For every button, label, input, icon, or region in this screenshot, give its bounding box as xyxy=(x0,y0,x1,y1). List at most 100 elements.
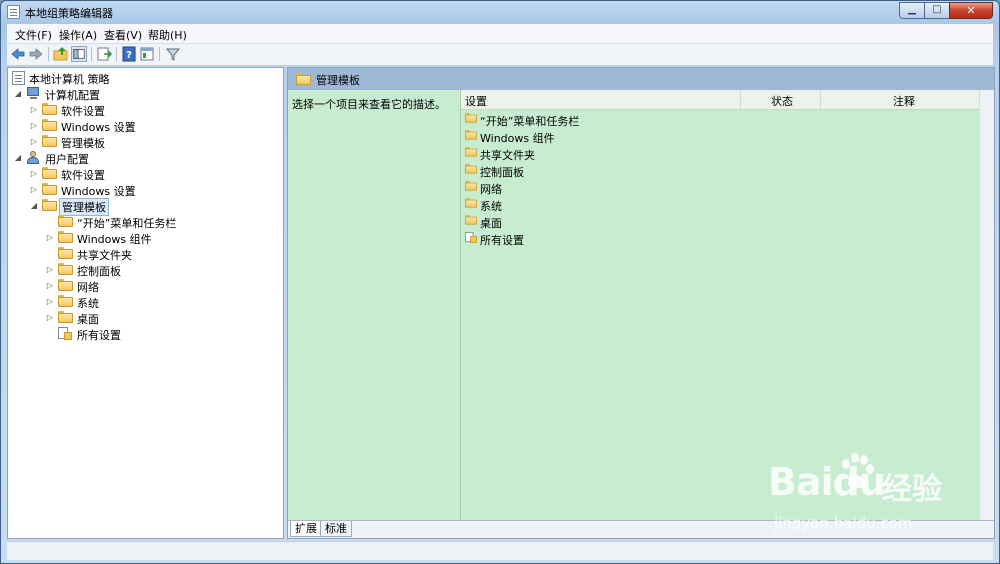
folder-icon xyxy=(58,247,73,260)
column-comment[interactable]: 注释 xyxy=(893,93,915,109)
details-pane: 管理模板 选择一个项目来查看它的描述。 设置 状态 注释 “开始”菜单和任务栏 … xyxy=(287,67,995,539)
tree-computer-software-settings[interactable]: ▷ 软件设置 xyxy=(30,102,270,118)
close-icon: ✕ xyxy=(966,4,976,17)
folder-icon xyxy=(58,231,73,244)
collapsed-arrow-icon[interactable]: ▷ xyxy=(46,298,54,306)
app-window: 本地组策略编辑器 ▁ □ ✕ 文件(F) 操作(A) 查看(V) 帮助(H) ?… xyxy=(0,0,1000,564)
description-text: 选择一个项目来查看它的描述。 xyxy=(292,98,446,111)
tree-user-windows-settings[interactable]: ▷ Windows 设置 xyxy=(30,182,270,198)
minimize-button[interactable]: ▁ xyxy=(899,2,925,19)
collapsed-arrow-icon[interactable]: ▷ xyxy=(30,138,38,146)
menu-help[interactable]: 帮助(H) xyxy=(148,27,187,43)
svg-text:?: ? xyxy=(126,50,132,61)
policy-document-icon xyxy=(12,71,27,85)
tree-start-menu-taskbar[interactable]: “开始”菜单和任务栏 xyxy=(46,214,276,230)
tree-pane: 本地计算机 策略 ◢ 计算机配置 ▷ 软件设置 ▷ Windows 设置 ▷ 管… xyxy=(7,67,284,539)
column-state[interactable]: 状态 xyxy=(771,93,793,109)
vertical-scrollbar[interactable] xyxy=(979,90,994,520)
tree-computer-config[interactable]: ◢ 计算机配置 xyxy=(14,86,264,102)
maximize-button[interactable]: □ xyxy=(924,2,950,19)
status-bar xyxy=(7,541,993,560)
all-settings-icon xyxy=(58,327,73,340)
collapsed-arrow-icon[interactable]: ▷ xyxy=(46,234,54,242)
folder-icon xyxy=(58,279,73,292)
toolbar: ? xyxy=(7,44,993,66)
expanded-arrow-icon[interactable]: ◢ xyxy=(14,90,22,98)
collapsed-arrow-icon[interactable]: ▷ xyxy=(30,170,38,178)
menu-action[interactable]: 操作(A) xyxy=(59,27,97,43)
column-divider[interactable] xyxy=(820,90,821,109)
tab-standard[interactable]: 标准 xyxy=(320,521,352,537)
folder-icon xyxy=(465,147,480,159)
close-button[interactable]: ✕ xyxy=(949,2,993,19)
collapsed-arrow-icon[interactable]: ▷ xyxy=(30,122,38,130)
title-bar[interactable]: 本地组策略编辑器 ▁ □ ✕ xyxy=(1,1,999,23)
baidu-paw-icon xyxy=(842,453,874,489)
collapsed-arrow-icon[interactable]: ▷ xyxy=(46,282,54,290)
tree-shared-folders[interactable]: 共享文件夹 xyxy=(46,246,276,262)
folder-icon xyxy=(42,119,57,132)
folder-icon xyxy=(465,130,480,142)
column-setting[interactable]: 设置 xyxy=(465,93,487,109)
computer-icon xyxy=(26,87,41,100)
folder-icon xyxy=(465,215,480,227)
forward-icon[interactable] xyxy=(28,46,44,62)
folder-icon xyxy=(58,215,73,228)
details-header-title: 管理模板 xyxy=(316,74,360,87)
column-divider[interactable] xyxy=(740,90,741,109)
menu-view[interactable]: 查看(V) xyxy=(104,27,142,43)
watermark-brand-cn: 经验 xyxy=(882,472,942,507)
tree-control-panel[interactable]: ▷ 控制面板 xyxy=(46,262,276,278)
up-folder-icon[interactable] xyxy=(53,46,69,62)
expanded-arrow-icon[interactable]: ◢ xyxy=(14,154,22,162)
menu-bar: 文件(F) 操作(A) 查看(V) 帮助(H) xyxy=(7,24,993,44)
window-controls: ▁ □ ✕ xyxy=(899,2,993,19)
tree-windows-components[interactable]: ▷ Windows 组件 xyxy=(46,230,276,246)
settings-list: 设置 状态 注释 “开始”菜单和任务栏 Windows 组件 共享文件夹 控制面… xyxy=(460,90,982,520)
folder-icon xyxy=(58,295,73,308)
properties-icon[interactable] xyxy=(139,46,155,62)
policy-editor-icon xyxy=(7,5,20,19)
tree-computer-windows-settings[interactable]: ▷ Windows 设置 xyxy=(30,118,270,134)
collapsed-arrow-icon[interactable]: ▷ xyxy=(30,106,38,114)
back-icon[interactable] xyxy=(10,46,26,62)
all-settings-icon xyxy=(465,232,479,245)
minimize-icon: ▁ xyxy=(908,4,916,15)
filter-icon[interactable] xyxy=(165,46,181,62)
tree-user-config[interactable]: ◢ 用户配置 xyxy=(14,150,264,166)
tree-system[interactable]: ▷ 系统 xyxy=(46,294,276,310)
folder-icon xyxy=(42,167,57,180)
folder-icon xyxy=(465,198,480,210)
expanded-arrow-icon[interactable]: ◢ xyxy=(30,202,38,210)
tree-computer-admin-templates[interactable]: ▷ 管理模板 xyxy=(30,134,270,150)
tree-user-software-settings[interactable]: ▷ 软件设置 xyxy=(30,166,270,182)
tree-network[interactable]: ▷ 网络 xyxy=(46,278,276,294)
tree-all-settings[interactable]: 所有设置 xyxy=(46,326,276,342)
folder-icon xyxy=(58,263,73,276)
tree-desktop[interactable]: ▷ 桌面 xyxy=(46,310,276,326)
show-hide-tree-icon[interactable] xyxy=(71,46,87,62)
maximize-icon: □ xyxy=(932,4,942,15)
collapsed-arrow-icon[interactable]: ▷ xyxy=(46,314,54,322)
folder-icon xyxy=(296,73,311,85)
menu-file[interactable]: 文件(F) xyxy=(15,27,52,43)
list-header: 设置 状态 注释 xyxy=(461,90,982,110)
folder-icon xyxy=(42,199,57,212)
collapsed-arrow-icon[interactable]: ▷ xyxy=(46,266,54,274)
export-list-icon[interactable] xyxy=(96,46,112,62)
folder-icon xyxy=(42,103,57,116)
tree-user-admin-templates[interactable]: ◢ 管理模板 xyxy=(30,198,270,216)
folder-icon xyxy=(465,181,480,193)
details-header: 管理模板 xyxy=(288,68,994,90)
toolbar-separator xyxy=(159,47,160,61)
folder-icon xyxy=(58,311,73,324)
toolbar-separator xyxy=(116,47,117,61)
tab-extended[interactable]: 扩展 xyxy=(290,521,322,537)
window-title: 本地组策略编辑器 xyxy=(25,7,113,20)
folder-icon xyxy=(42,135,57,148)
collapsed-arrow-icon[interactable]: ▷ xyxy=(30,186,38,194)
help-icon[interactable]: ? xyxy=(121,46,137,62)
toolbar-separator xyxy=(91,47,92,61)
toolbar-separator xyxy=(48,47,49,61)
tree-root[interactable]: 本地计算机 策略 xyxy=(10,70,270,86)
